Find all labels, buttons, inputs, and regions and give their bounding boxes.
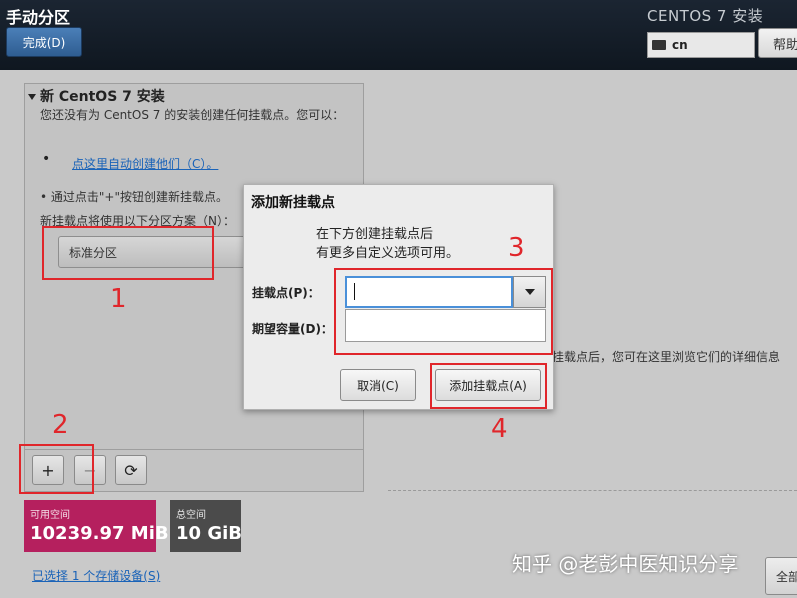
- dialog-title: 添加新挂载点: [251, 195, 335, 211]
- dialog-description-line1: 在下方创建挂载点后: [316, 227, 434, 242]
- no-mount-points-description: 您还没有为 CentOS 7 的安装创建任何挂载点。您可以：: [40, 108, 345, 122]
- annotation-number-1: 1: [110, 284, 127, 314]
- os-install-title: CENTOS 7 安装: [647, 7, 764, 25]
- bullet-dot: •: [42, 151, 51, 167]
- done-button[interactable]: 完成(D): [6, 27, 82, 57]
- page-title: 手动分区: [6, 8, 71, 27]
- total-space-tile: 总空间 10 GiB: [170, 500, 242, 552]
- total-space-value: 10 GiB: [176, 523, 242, 544]
- cancel-button[interactable]: 取消(C): [340, 369, 416, 401]
- manual-create-hint: • 通过点击"+"按钮创建新挂载点。: [40, 190, 228, 204]
- annotation-number-3: 3: [508, 233, 525, 263]
- watermark: 知乎 @老彭中医知识分享: [512, 552, 739, 576]
- reset-all-button[interactable]: 全部重设: [765, 557, 797, 595]
- details-hint-text: 挂载点后，您可在这里浏览它们的详细信息: [552, 350, 781, 364]
- refresh-button[interactable]: ⟳: [115, 455, 147, 485]
- selected-storage-link[interactable]: 已选择 1 个存储设备(S): [32, 567, 160, 584]
- available-space-label: 可用空间: [30, 510, 70, 521]
- desired-capacity-label: 期望容量(D)：: [252, 322, 333, 336]
- collapse-triangle-icon: [28, 94, 36, 100]
- total-space-label: 总空间: [176, 510, 206, 521]
- annotation-box-3: [334, 268, 553, 355]
- install-section-header[interactable]: 新 CentOS 7 安装: [28, 86, 165, 106]
- keyboard-layout-label: cn: [672, 38, 688, 52]
- available-space-tile: 可用空间 10239.97 MiB: [24, 500, 169, 552]
- mount-point-label: 挂载点(P)：: [252, 286, 320, 300]
- dialog-description: 在下方创建挂载点后 有更多自定义选项可用。: [316, 225, 459, 263]
- help-button[interactable]: 帮助: [758, 28, 797, 58]
- install-section-title: 新 CentOS 7 安装: [40, 89, 165, 105]
- annotation-box-2: [19, 444, 94, 494]
- available-space-value: 10239.97 MiB: [30, 523, 169, 544]
- auto-create-link[interactable]: 点这里自动创建他们（C）。: [72, 155, 218, 172]
- keyboard-layout-indicator[interactable]: cn: [647, 32, 755, 58]
- annotation-number-2: 2: [52, 410, 69, 440]
- annotation-box-1: [42, 226, 214, 280]
- dialog-description-line2: 有更多自定义选项可用。: [316, 246, 460, 261]
- keyboard-icon: [652, 40, 666, 50]
- annotation-number-4: 4: [491, 414, 508, 444]
- refresh-icon: ⟳: [124, 460, 138, 480]
- dashed-divider: [388, 490, 797, 491]
- annotation-box-4: [430, 363, 547, 409]
